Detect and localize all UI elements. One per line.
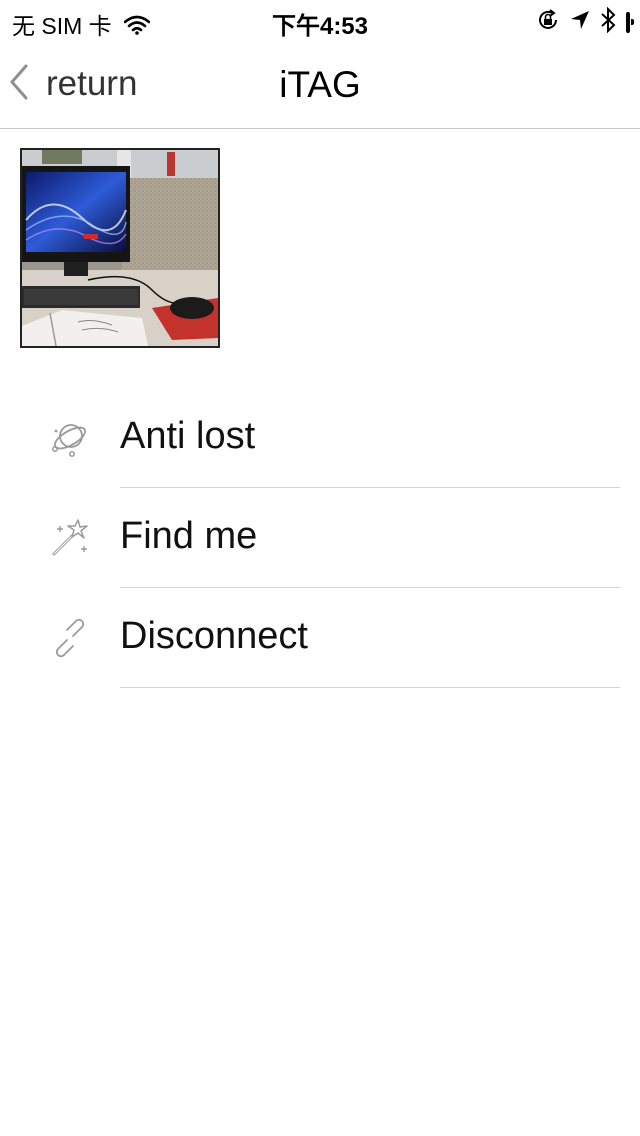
menu-item-label: Find me xyxy=(120,515,258,557)
location-icon xyxy=(570,10,590,35)
broken-link-icon xyxy=(50,618,90,658)
divider xyxy=(120,687,620,688)
nav-bar: return iTAG xyxy=(0,40,640,129)
status-right xyxy=(526,6,634,38)
rotation-lock-icon xyxy=(536,8,560,37)
battery-icon xyxy=(626,11,634,33)
menu-item-label: Anti lost xyxy=(120,415,256,457)
menu-item-label: Disconnect xyxy=(120,615,308,657)
device-photo[interactable] xyxy=(20,148,220,348)
planet-icon xyxy=(50,418,90,458)
status-bar: 无 SIM 卡 下午4:53 xyxy=(0,0,640,40)
menu-item-find-me[interactable]: Find me xyxy=(0,488,640,588)
magic-wand-icon xyxy=(50,518,90,558)
back-label: return xyxy=(46,64,138,103)
menu-item-disconnect[interactable]: Disconnect xyxy=(0,588,640,688)
bluetooth-icon xyxy=(600,6,616,38)
chevron-left-icon xyxy=(8,64,32,105)
menu-list: Anti lost Find me Disconnect xyxy=(0,388,640,688)
menu-item-anti-lost[interactable]: Anti lost xyxy=(0,388,640,488)
back-button[interactable]: return xyxy=(8,62,137,106)
desk-photo-image xyxy=(22,150,218,346)
